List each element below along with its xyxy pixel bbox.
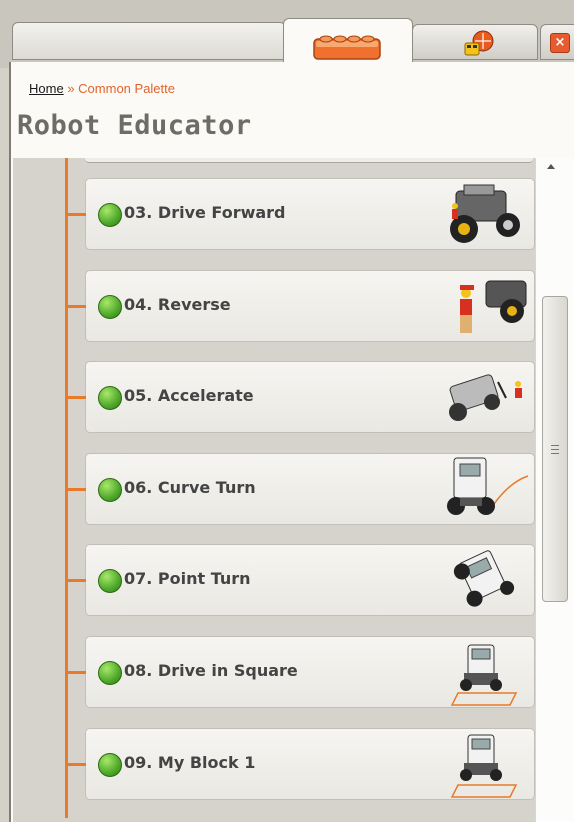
- robot-my-block-thumbnail: [450, 734, 518, 798]
- scrollbar-grip-icon: [551, 445, 559, 454]
- timeline-tick: [66, 579, 86, 582]
- lesson-card-point-turn[interactable]: 07. Point Turn: [66, 544, 535, 616]
- robot-drive-forward-thumbnail: [450, 184, 520, 243]
- lesson-card-curve-turn[interactable]: 06. Curve Turn: [66, 453, 535, 525]
- timeline-tick: [66, 671, 86, 674]
- vertical-scrollbar[interactable]: [535, 158, 574, 822]
- main-panel: Home » Common Palette Robot Educator 03.…: [9, 62, 574, 822]
- status-complete-icon: [98, 386, 122, 410]
- lesson-card-accelerate[interactable]: 05. Accelerate: [66, 361, 535, 433]
- timeline-tick: [66, 213, 86, 216]
- status-complete-icon: [98, 478, 122, 502]
- scroll-up-arrow-icon[interactable]: [547, 164, 555, 169]
- robot-drive-in-square-thumbnail: [450, 644, 518, 706]
- breadcrumb-home-link[interactable]: Home: [29, 81, 64, 96]
- robot-head-icon: [464, 30, 494, 56]
- lesson-title: 08. Drive in Square: [124, 661, 298, 680]
- page-title: Robot Educator: [17, 110, 252, 141]
- lesson-title: 05. Accelerate: [124, 386, 254, 405]
- lesson-card-drive-forward[interactable]: 03. Drive Forward: [66, 178, 535, 250]
- status-complete-icon: [98, 203, 122, 227]
- lesson-title: 03. Drive Forward: [124, 203, 286, 222]
- close-icon: ×: [550, 33, 570, 53]
- lesson-card-drive-in-square[interactable]: 08. Drive in Square: [66, 636, 535, 708]
- tab-lego-brick[interactable]: [283, 18, 413, 63]
- previous-lesson-card-partial[interactable]: [85, 158, 533, 163]
- close-button[interactable]: ×: [540, 24, 574, 60]
- breadcrumb: Home » Common Palette: [29, 81, 175, 96]
- lesson-title: 09. My Block 1: [124, 753, 256, 772]
- status-complete-icon: [98, 569, 122, 593]
- lesson-title: 04. Reverse: [124, 295, 231, 314]
- timeline-tick: [66, 305, 86, 308]
- breadcrumb-current: Common Palette: [78, 81, 175, 96]
- robot-accelerate-thumbnail: [449, 374, 522, 421]
- robot-reverse-thumbnail: [460, 280, 527, 333]
- status-complete-icon: [98, 295, 122, 319]
- timeline-tick: [66, 396, 86, 399]
- timeline-tick: [66, 488, 86, 491]
- lesson-title: 07. Point Turn: [124, 569, 251, 588]
- scrollbar-thumb[interactable]: [542, 296, 568, 602]
- lesson-card-my-block-1[interactable]: 09. My Block 1: [66, 728, 535, 800]
- lesson-list: 03. Drive Forward 04. Reverse 05. Accele…: [13, 158, 574, 822]
- lesson-title: 06. Curve Turn: [124, 478, 256, 497]
- tab-strip: ×: [0, 0, 574, 68]
- tab-robot-head[interactable]: [412, 24, 538, 60]
- robot-point-turn-thumbnail: [453, 550, 515, 607]
- timeline-tick: [66, 763, 86, 766]
- tab-blank[interactable]: [12, 22, 286, 60]
- status-complete-icon: [98, 753, 122, 777]
- lego-brick-icon: [313, 35, 381, 60]
- breadcrumb-separator: »: [67, 81, 75, 96]
- status-complete-icon: [98, 661, 122, 685]
- robot-curve-turn-thumbnail: [447, 457, 529, 515]
- lesson-card-reverse[interactable]: 04. Reverse: [66, 270, 535, 342]
